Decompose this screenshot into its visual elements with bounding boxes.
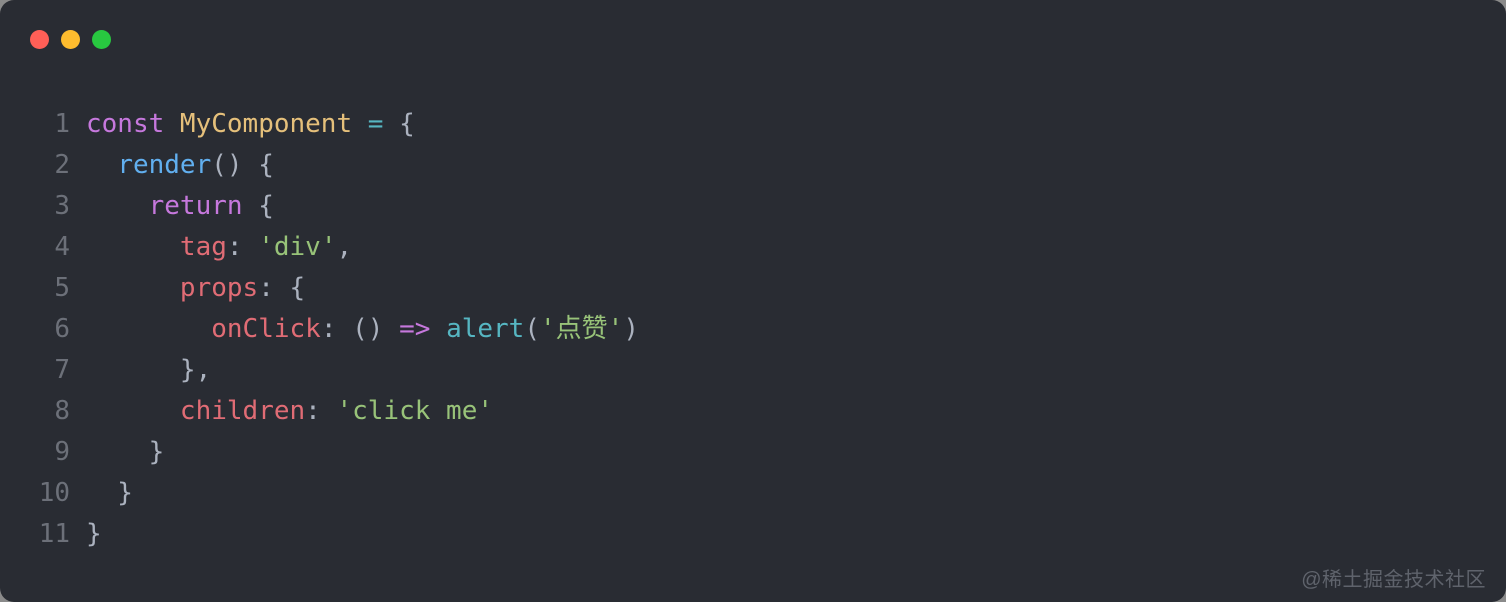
line-number: 9 xyxy=(0,432,86,473)
line-number: 1 xyxy=(0,104,86,145)
token-punct xyxy=(86,396,180,426)
line-number: 5 xyxy=(0,268,86,309)
token-punct: }, xyxy=(86,355,211,385)
line-number: 7 xyxy=(0,350,86,391)
line-number: 10 xyxy=(0,473,86,514)
token-arrow: => xyxy=(399,314,430,344)
token-punct xyxy=(86,191,149,221)
line-content[interactable]: } xyxy=(86,473,133,514)
line-content[interactable]: onClick: () => alert('点赞') xyxy=(86,309,639,350)
token-punct: : () xyxy=(321,314,399,344)
window-titlebar xyxy=(0,0,1506,58)
zoom-icon[interactable] xyxy=(92,30,111,49)
token-punct: ( xyxy=(524,314,540,344)
token-punct: } xyxy=(86,519,102,549)
token-punct: { xyxy=(243,191,274,221)
watermark-label: @稀土掘金技术社区 xyxy=(1301,563,1486,592)
token-punct: , xyxy=(336,232,352,262)
code-editor[interactable]: 1const MyComponent = {2 render() {3 retu… xyxy=(0,58,1506,555)
token-str: '点赞' xyxy=(540,314,623,344)
token-punct xyxy=(86,273,180,303)
token-punct xyxy=(86,232,180,262)
token-str: 'div' xyxy=(258,232,336,262)
code-line[interactable]: 8 children: 'click me' xyxy=(0,391,1506,432)
token-punct: } xyxy=(86,478,133,508)
token-prop: onClick xyxy=(211,314,321,344)
token-call: alert xyxy=(446,314,524,344)
token-prop: tag xyxy=(180,232,227,262)
token-str: 'click me' xyxy=(336,396,493,426)
token-fn: render xyxy=(117,150,211,180)
token-prop: props xyxy=(180,273,258,303)
line-number: 3 xyxy=(0,186,86,227)
line-number: 11 xyxy=(0,514,86,555)
line-number: 2 xyxy=(0,145,86,186)
code-line[interactable]: 10 } xyxy=(0,473,1506,514)
token-punct: { xyxy=(383,109,414,139)
token-punct: : { xyxy=(258,273,305,303)
code-line[interactable]: 9 } xyxy=(0,432,1506,473)
token-cls: MyComponent xyxy=(180,109,352,139)
line-content[interactable]: const MyComponent = { xyxy=(86,104,415,145)
editor-window: 1const MyComponent = {2 render() {3 retu… xyxy=(0,0,1506,602)
line-content[interactable]: } xyxy=(86,514,102,555)
line-number: 6 xyxy=(0,309,86,350)
line-content[interactable]: children: 'click me' xyxy=(86,391,493,432)
line-content[interactable]: tag: 'div', xyxy=(86,227,352,268)
code-line[interactable]: 2 render() { xyxy=(0,145,1506,186)
code-line[interactable]: 1const MyComponent = { xyxy=(0,104,1506,145)
code-line[interactable]: 4 tag: 'div', xyxy=(0,227,1506,268)
token-punct: ) xyxy=(623,314,639,344)
code-line[interactable]: 7 }, xyxy=(0,350,1506,391)
token-punct: : xyxy=(227,232,258,262)
token-punct: () { xyxy=(211,150,274,180)
token-punct: : xyxy=(305,396,336,426)
code-line[interactable]: 5 props: { xyxy=(0,268,1506,309)
token-prop: children xyxy=(180,396,305,426)
line-content[interactable]: } xyxy=(86,432,164,473)
code-line[interactable]: 6 onClick: () => alert('点赞') xyxy=(0,309,1506,350)
token-kw: const xyxy=(86,109,180,139)
token-punct xyxy=(86,314,211,344)
line-content[interactable]: return { xyxy=(86,186,274,227)
code-line[interactable]: 11} xyxy=(0,514,1506,555)
token-op: = xyxy=(368,109,384,139)
line-content[interactable]: render() { xyxy=(86,145,274,186)
line-content[interactable]: props: { xyxy=(86,268,305,309)
code-line[interactable]: 3 return { xyxy=(0,186,1506,227)
token-punct xyxy=(86,150,117,180)
minimize-icon[interactable] xyxy=(61,30,80,49)
token-punct xyxy=(430,314,446,344)
close-icon[interactable] xyxy=(30,30,49,49)
token-punct xyxy=(352,109,368,139)
token-kw: return xyxy=(149,191,243,221)
line-number: 8 xyxy=(0,391,86,432)
token-punct: } xyxy=(86,437,164,467)
line-content[interactable]: }, xyxy=(86,350,211,391)
line-number: 4 xyxy=(0,227,86,268)
